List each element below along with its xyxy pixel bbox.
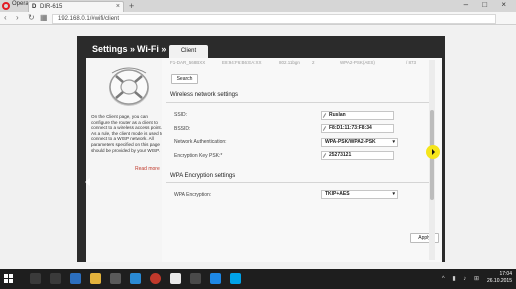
table-cell: 802.11bgn (279, 60, 300, 65)
taskbar: ^ ▮ ♪ ⊞ 17:04 26.10.2015 (0, 269, 516, 289)
app-icon[interactable] (210, 273, 221, 284)
store-icon[interactable] (110, 273, 121, 284)
router-header: Settings » Wi-Fi » Client (77, 36, 445, 60)
wpa-settings-title: WPA Encryption settings (170, 173, 236, 179)
skype-icon[interactable] (230, 273, 241, 284)
new-tab-button[interactable]: + (129, 1, 134, 11)
browser-tab[interactable]: D DIR-615 × (28, 1, 124, 12)
tab-close-icon[interactable]: × (116, 3, 120, 10)
address-bar: ‹ › ↻ ▦ 192.168.0.1/#wifi/client (0, 12, 516, 25)
edit-icon (322, 113, 327, 118)
lifebuoy-icon (109, 67, 149, 106)
edit-icon (322, 153, 327, 158)
browser-title-bar: Opera D DIR-615 × + – □ × (0, 0, 516, 12)
bssid-field[interactable]: F8:D1:11:73:F8:34 (321, 124, 394, 133)
opera-taskbar-icon[interactable] (150, 273, 161, 284)
windows-start-icon[interactable] (4, 274, 14, 284)
read-more-link[interactable]: Read more (135, 166, 160, 172)
edge-icon[interactable] (70, 273, 81, 284)
search-button[interactable]: Search (171, 74, 198, 84)
back-arrow-icon[interactable]: ‹ (4, 13, 7, 22)
file-explorer-icon[interactable] (90, 273, 101, 284)
tab-favicon-icon: D (32, 4, 37, 10)
auth-label: Network Authentication: (174, 139, 227, 145)
app-icon[interactable] (170, 273, 181, 284)
collapse-arrow-icon[interactable] (85, 178, 90, 186)
client-settings-form: F1-DAR_568BXX E8:94:F6:B6:EA:XX 802.11bg… (162, 58, 442, 262)
divider (166, 102, 432, 103)
scrollbar[interactable] (429, 60, 435, 260)
table-cell: 2 (312, 60, 315, 65)
breadcrumb-wifi[interactable]: Wi-Fi » (137, 44, 166, 54)
app-icon[interactable] (190, 273, 201, 284)
tab-client[interactable]: Client (169, 45, 208, 58)
ssid-value: Ruslan (329, 112, 346, 118)
url-input[interactable]: 192.168.0.1/#wifi/client (52, 14, 496, 24)
table-cell: WPA2-PSK(AES) (340, 60, 375, 65)
psk-value: 25273121 (329, 152, 352, 158)
psk-field[interactable]: 25273121 (321, 151, 394, 160)
ssid-field[interactable]: Ruslan (321, 111, 394, 120)
breadcrumb-settings[interactable]: Settings » (92, 44, 135, 54)
clock-date: 26.10.2015 (486, 278, 512, 284)
speed-dial-icon[interactable]: ▦ (40, 13, 48, 22)
mail-icon[interactable] (130, 273, 141, 284)
divider (166, 182, 432, 183)
wpa-encryption-value: TKIP+AES (325, 191, 350, 197)
mouse-pointer-icon (432, 149, 435, 155)
clock[interactable]: 17:04 26.10.2015 (487, 271, 512, 285)
chevron-down-icon: ▾ (392, 191, 395, 197)
reload-icon[interactable]: ↻ (28, 13, 35, 22)
tab-title: DIR-615 (40, 4, 63, 10)
bssid-label: BSSID: (174, 126, 191, 132)
edit-icon (322, 126, 327, 131)
table-cell: E8:94:F6:B6:EA:XX (222, 60, 262, 65)
forward-arrow-icon[interactable]: › (16, 13, 19, 22)
router-panel: Settings » Wi-Fi » Client On the Client … (77, 36, 445, 262)
table-row[interactable]: F1-DAR_568BXX E8:94:F6:B6:EA:XX 802.11bg… (162, 60, 432, 68)
auth-select[interactable]: WPA-PSK/WPA2-PSK ▾ (321, 138, 398, 147)
wpa-encryption-label: WPA Encryption: (174, 192, 212, 198)
bssid-value: F8:D1:11:73:F8:34 (329, 125, 372, 131)
help-text: On the Client page, you can configure th… (91, 114, 164, 153)
auth-value: WPA-PSK/WPA2-PSK (325, 139, 376, 145)
wpa-encryption-select[interactable]: TKIP+AES ▾ (321, 190, 398, 199)
help-panel: On the Client page, you can configure th… (85, 58, 174, 262)
table-cell: F1-DAR_568BXX (170, 60, 206, 65)
chevron-down-icon: ▾ (392, 139, 395, 145)
system-tray-icons[interactable]: ^ ▮ ♪ ⊞ (442, 275, 482, 282)
task-view-icon[interactable] (50, 273, 61, 284)
opera-logo-icon[interactable] (2, 2, 10, 10)
wireless-settings-title: Wireless network settings (170, 92, 239, 98)
window-controls[interactable]: – □ × (464, 0, 512, 9)
clock-time: 17:04 (499, 271, 512, 277)
browser-menu-label[interactable]: Opera (12, 1, 29, 7)
search-icon[interactable] (30, 273, 41, 284)
table-cell: / 873 (406, 60, 417, 65)
psk-label: Encryption Key PSK:* (174, 153, 223, 159)
ssid-label: SSID: (174, 112, 188, 118)
